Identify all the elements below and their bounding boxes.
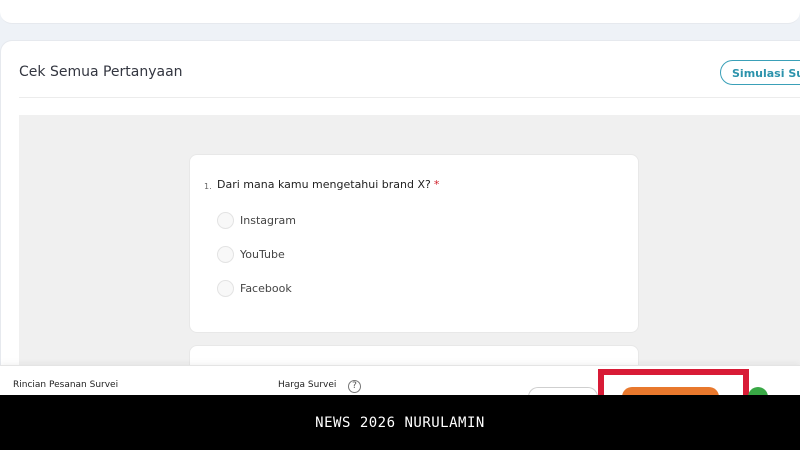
required-mark: * [433,178,440,191]
question-text: Dari mana kamu mengetahui brand X? * [217,178,439,191]
radio-button[interactable] [217,246,234,263]
question-number: 1. [204,182,212,191]
radio-button[interactable] [217,280,234,297]
survey-price-label: Harga Survei [278,380,337,390]
simulate-survey-button[interactable]: Simulasi Survei [720,60,800,85]
help-icon[interactable]: ? [348,380,361,393]
watermark-text: NEWS 2026 NURULAMIN [315,415,485,431]
option-label: Facebook [240,282,292,295]
section-divider [19,97,800,98]
section-title: Cek Semua Pertanyaan [19,64,183,80]
radio-button[interactable] [217,212,234,229]
question-label: Dari mana kamu mengetahui brand X? [217,178,431,191]
option-label: Instagram [240,214,296,227]
top-card [0,0,800,24]
order-summary-label: Rincian Pesanan Survei [13,380,119,390]
option-label: YouTube [240,248,285,261]
